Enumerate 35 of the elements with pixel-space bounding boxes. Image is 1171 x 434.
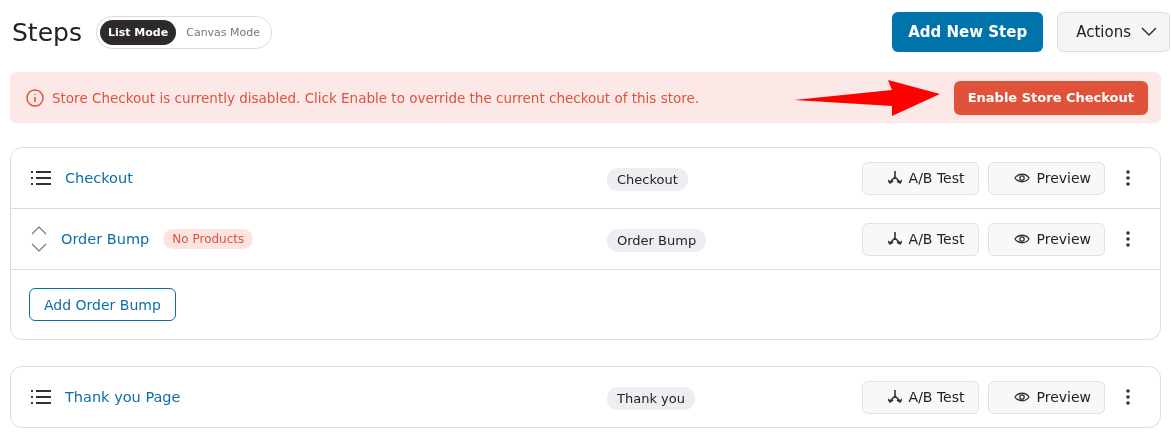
eye-icon bbox=[1013, 391, 1030, 403]
mode-tab[interactable]: Canvas Mode bbox=[178, 19, 269, 45]
step-type-tag: Checkout bbox=[607, 167, 688, 191]
step-link[interactable]: Order Bump bbox=[61, 231, 150, 247]
add-order-bump-button[interactable]: Add Order Bump bbox=[29, 288, 176, 321]
more-options-icon[interactable] bbox=[1126, 231, 1130, 247]
step-link[interactable]: Checkout bbox=[65, 170, 133, 186]
list-icon[interactable] bbox=[31, 170, 51, 186]
more-options-icon[interactable] bbox=[1126, 170, 1130, 186]
step-type-tag: Order Bump bbox=[607, 228, 707, 252]
split-icon bbox=[887, 170, 902, 186]
ab-test-button[interactable]: A/B Test bbox=[861, 222, 979, 256]
split-icon bbox=[887, 389, 902, 405]
page-title: Steps bbox=[12, 17, 82, 47]
step-link[interactable]: Thank you Page bbox=[65, 389, 181, 405]
ab-test-button[interactable]: A/B Test bbox=[861, 380, 979, 414]
sort-arrows-icon[interactable] bbox=[31, 226, 47, 252]
preview-button[interactable]: Preview bbox=[987, 161, 1105, 195]
mode-tab[interactable]: List Mode bbox=[99, 19, 177, 45]
more-options-icon[interactable] bbox=[1126, 389, 1130, 405]
preview-button[interactable]: Preview bbox=[987, 222, 1105, 256]
eye-icon bbox=[1013, 172, 1030, 184]
enable-store-checkout-button[interactable]: Enable Store Checkout bbox=[953, 80, 1148, 115]
list-icon[interactable] bbox=[31, 389, 51, 405]
split-icon bbox=[887, 231, 902, 247]
info-icon bbox=[26, 88, 44, 107]
warning-message: Store Checkout is currently disabled. Click Enable to override the current checkout of this store. bbox=[52, 89, 700, 106]
chevron-down-icon bbox=[1141, 27, 1157, 37]
eye-icon bbox=[1013, 233, 1030, 245]
preview-button[interactable]: Preview bbox=[987, 380, 1105, 414]
step-type-tag: Thank you bbox=[607, 386, 695, 410]
actions-button[interactable]: Actions bbox=[1057, 12, 1170, 52]
add-step-button[interactable]: Add New Step bbox=[892, 12, 1044, 52]
status-badge: No Products bbox=[163, 229, 254, 249]
ab-test-button[interactable]: A/B Test bbox=[861, 161, 979, 195]
